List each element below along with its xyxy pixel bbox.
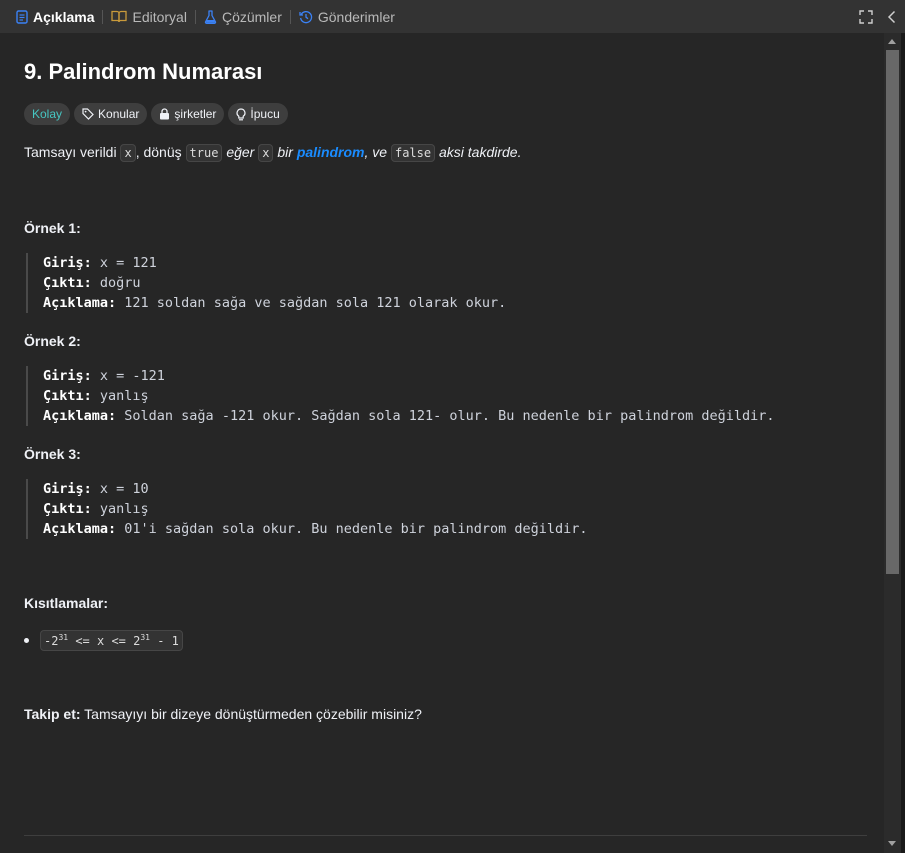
example-output: Çıktı: yanlış: [43, 386, 775, 406]
description-text: eğer: [222, 144, 259, 160]
example-title: Örnek 1:: [24, 220, 81, 236]
scrollbar-thumb[interactable]: [886, 50, 899, 574]
constraint-exponent: 31: [58, 633, 69, 642]
difficulty-badge: Kolay: [24, 103, 71, 125]
problem-description: Tamsayı verildi x, dönüş true eğer x bir…: [24, 144, 522, 162]
tab-description[interactable]: Açıklama: [8, 0, 102, 33]
companies-button[interactable]: şirketler: [151, 103, 225, 125]
constraints-title: Kısıtlamalar:: [24, 595, 109, 611]
example-title: Örnek 3:: [24, 446, 81, 462]
tab-editorial[interactable]: Editoryal: [103, 0, 194, 33]
explanation-value: 121 soldan sağa ve sağdan sola 121 olara…: [116, 295, 507, 311]
bullet-icon: [24, 638, 29, 643]
difficulty-label: Kolay: [32, 107, 63, 121]
problem-title: 9. Palindrom Numarası: [24, 59, 263, 84]
input-label: Giriş:: [43, 255, 92, 271]
explanation-value: Soldan sağa -121 okur. Sağdan sola 121- …: [116, 408, 775, 424]
input-value: x = 10: [91, 481, 149, 497]
description-text: aksi takdirde.: [435, 144, 522, 160]
topics-label: Konular: [98, 107, 140, 121]
flask-icon: [204, 9, 217, 24]
follow-up: Takip et: Tamsayıyı bir dizeye dönüştürm…: [24, 706, 422, 722]
description-text: , ve: [364, 144, 391, 160]
lightbulb-icon: [236, 107, 246, 120]
panel-tab-bar: Açıklama Editoryal Çözümler Gönderimler: [0, 0, 905, 33]
example-output: Çıktı: yanlış: [43, 499, 588, 519]
example-title: Örnek 2:: [24, 333, 81, 349]
output-label: Çıktı:: [43, 388, 92, 404]
input-value: x = 121: [91, 255, 157, 271]
inline-code: true: [185, 144, 223, 162]
example-output: Çıktı: doğru: [43, 273, 506, 293]
inline-code: x: [258, 144, 274, 162]
hint-label: İpucu: [250, 107, 280, 121]
tab-solutions[interactable]: Çözümler: [196, 0, 290, 33]
constraint-item: -231 <= x <= 231 - 1: [24, 630, 183, 651]
explanation-label: Açıklama:: [43, 295, 117, 311]
chevron-left-icon[interactable]: [887, 10, 897, 24]
constraint-part: <= x <= 2: [68, 634, 141, 648]
explanation-label: Açıklama:: [43, 408, 117, 424]
example-block: Giriş: x = 121 Çıktı: doğru Açıklama: 12…: [26, 253, 506, 313]
example-block: Giriş: x = 10 Çıktı: yanlış Açıklama: 01…: [26, 479, 588, 539]
tab-submissions[interactable]: Gönderimler: [291, 0, 403, 33]
constraint-code: -231 <= x <= 231 - 1: [40, 630, 183, 651]
input-label: Giriş:: [43, 481, 92, 497]
companies-label: şirketler: [174, 107, 217, 121]
explanation-label: Açıklama:: [43, 521, 117, 537]
window-edge: [901, 33, 905, 853]
history-icon: [299, 10, 312, 23]
scroll-down-icon[interactable]: [888, 841, 896, 846]
description-text: , dönüş: [135, 144, 186, 160]
explanation-value: 01'i sağdan sola okur. Bu nedenle bir pa…: [116, 521, 588, 537]
tab-label: Çözümler: [221, 8, 282, 25]
output-value: doğru: [91, 275, 141, 291]
input-value: x = -121: [91, 368, 165, 384]
document-icon: [16, 9, 28, 24]
inline-code: x: [120, 144, 136, 162]
constraint-part: -2: [44, 634, 59, 648]
input-label: Giriş:: [43, 368, 92, 384]
example-block: Giriş: x = -121 Çıktı: yanlış Açıklama: …: [26, 366, 775, 426]
hint-button[interactable]: İpucu: [228, 103, 288, 125]
constraint-exponent: 31: [140, 633, 150, 642]
follow-up-label: Takip et:: [24, 706, 81, 722]
book-icon: [111, 10, 128, 23]
topics-button[interactable]: Konular: [74, 103, 148, 125]
constraint-part: - 1: [149, 634, 179, 648]
lock-icon: [160, 108, 170, 120]
description-panel: 9. Palindrom Numarası Kolay Konular şirk…: [8, 33, 884, 853]
palindrome-link[interactable]: palindrom: [297, 144, 365, 160]
tab-label: Gönderimler: [317, 8, 395, 25]
output-label: Çıktı:: [43, 275, 92, 291]
example-input: Giriş: x = -121: [43, 366, 775, 386]
tab-label: Editoryal: [132, 8, 187, 25]
description-text: bir: [273, 144, 297, 160]
output-value: yanlış: [91, 388, 149, 404]
description-text: Tamsayı verildi: [24, 144, 121, 160]
tab-label: Açıklama: [33, 8, 95, 25]
inline-code: false: [390, 144, 436, 162]
example-explanation: Açıklama: Soldan sağa -121 okur. Sağdan …: [43, 406, 775, 426]
maximize-icon[interactable]: [859, 9, 873, 24]
example-input: Giriş: x = 121: [43, 253, 506, 273]
example-explanation: Açıklama: 01'i sağdan sola okur. Bu nede…: [43, 519, 588, 539]
follow-up-text: Tamsayıyı bir dizeye dönüştürmeden çözeb…: [80, 706, 422, 722]
vertical-scrollbar[interactable]: [884, 33, 901, 853]
output-value: yanlış: [91, 501, 149, 517]
example-explanation: Açıklama: 121 soldan sağa ve sağdan sola…: [43, 293, 506, 313]
tag-row: Kolay Konular şirketler İpucu: [24, 103, 288, 125]
divider: [24, 835, 867, 836]
output-label: Çıktı:: [43, 501, 92, 517]
scroll-up-icon[interactable]: [888, 39, 896, 44]
tag-icon: [82, 108, 94, 120]
panel-actions: [859, 0, 897, 33]
example-input: Giriş: x = 10: [43, 479, 588, 499]
